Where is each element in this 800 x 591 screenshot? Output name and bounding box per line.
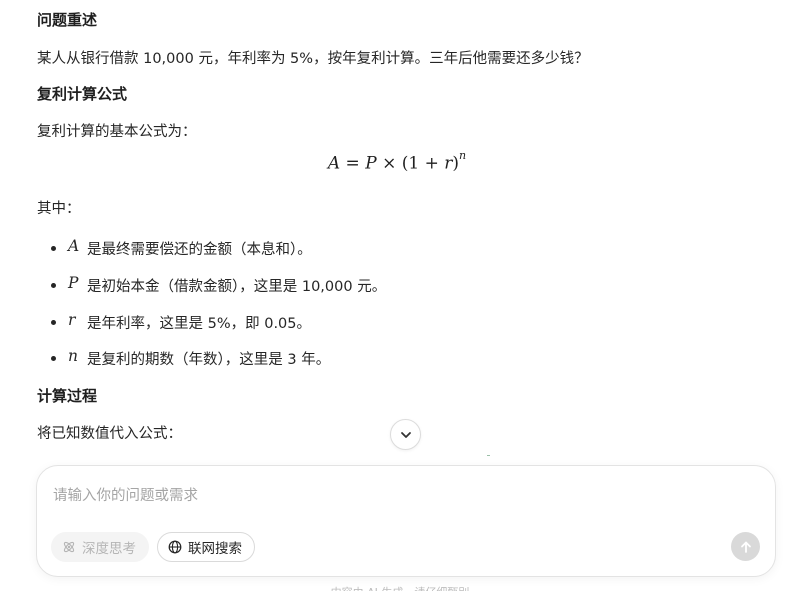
formula-p: P bbox=[365, 153, 377, 174]
section-heading-process: 计算过程 bbox=[37, 387, 98, 405]
variable-symbol: P bbox=[68, 274, 79, 292]
variable-symbol: n bbox=[68, 347, 78, 365]
formula-lhs: A bbox=[327, 153, 341, 174]
divider-fragment bbox=[487, 455, 490, 456]
problem-text: 某人从银行借款 10,000 元，年利率为 5%，按年复利计算。三年后他需要还多… bbox=[37, 51, 589, 67]
atom-icon bbox=[62, 540, 76, 554]
arrow-up-icon bbox=[740, 541, 751, 553]
bullet-dot bbox=[51, 320, 56, 325]
chat-composer[interactable]: 请输入你的问题或需求 深度思考 联网搜索 bbox=[36, 465, 776, 577]
ai-disclaimer: 内容由 AI 生成，请仔细甄别 bbox=[0, 584, 800, 591]
bullet-dot bbox=[51, 246, 56, 251]
variable-description: 是最终需要偿还的金额（本息和）。 bbox=[87, 242, 312, 258]
chat-page: 问题重述 某人从银行借款 10,000 元，年利率为 5%，按年复利计算。三年后… bbox=[0, 0, 800, 591]
variable-description: 是年利率，这里是 5%，即 0.05。 bbox=[87, 316, 312, 332]
formula-eq: = bbox=[340, 153, 366, 174]
formula-times: × (1 + bbox=[376, 153, 445, 174]
variable-symbol: A bbox=[68, 237, 80, 255]
deep-think-label: 深度思考 bbox=[82, 541, 136, 557]
deep-think-button[interactable]: 深度思考 bbox=[51, 532, 149, 562]
process-text: 将已知数值代入公式： bbox=[37, 426, 182, 442]
formula-exponent: n bbox=[459, 149, 467, 162]
scroll-to-bottom-button[interactable] bbox=[390, 419, 421, 450]
variable-description: 是初始本金（借款金额），这里是 10,000 元。 bbox=[87, 279, 387, 295]
variable-description: 是复利的期数（年数），这里是 3 年。 bbox=[87, 352, 331, 368]
section-heading-formula: 复利计算公式 bbox=[37, 85, 128, 103]
where-label: 其中： bbox=[37, 201, 81, 217]
variable-symbol: r bbox=[68, 311, 76, 329]
formula-intro: 复利计算的基本公式为： bbox=[37, 124, 197, 140]
section-heading-problem: 问题重述 bbox=[37, 11, 98, 29]
web-search-label: 联网搜索 bbox=[188, 541, 242, 557]
web-search-button[interactable]: 联网搜索 bbox=[157, 532, 255, 562]
send-button[interactable] bbox=[731, 532, 760, 561]
message-input[interactable]: 请输入你的问题或需求 bbox=[53, 484, 198, 505]
bullet-dot bbox=[51, 356, 56, 361]
globe-icon bbox=[168, 540, 182, 554]
bullet-dot bbox=[51, 283, 56, 288]
compound-interest-formula: A = P × (1 + r)n bbox=[37, 149, 757, 174]
chevron-down-icon bbox=[400, 431, 411, 438]
